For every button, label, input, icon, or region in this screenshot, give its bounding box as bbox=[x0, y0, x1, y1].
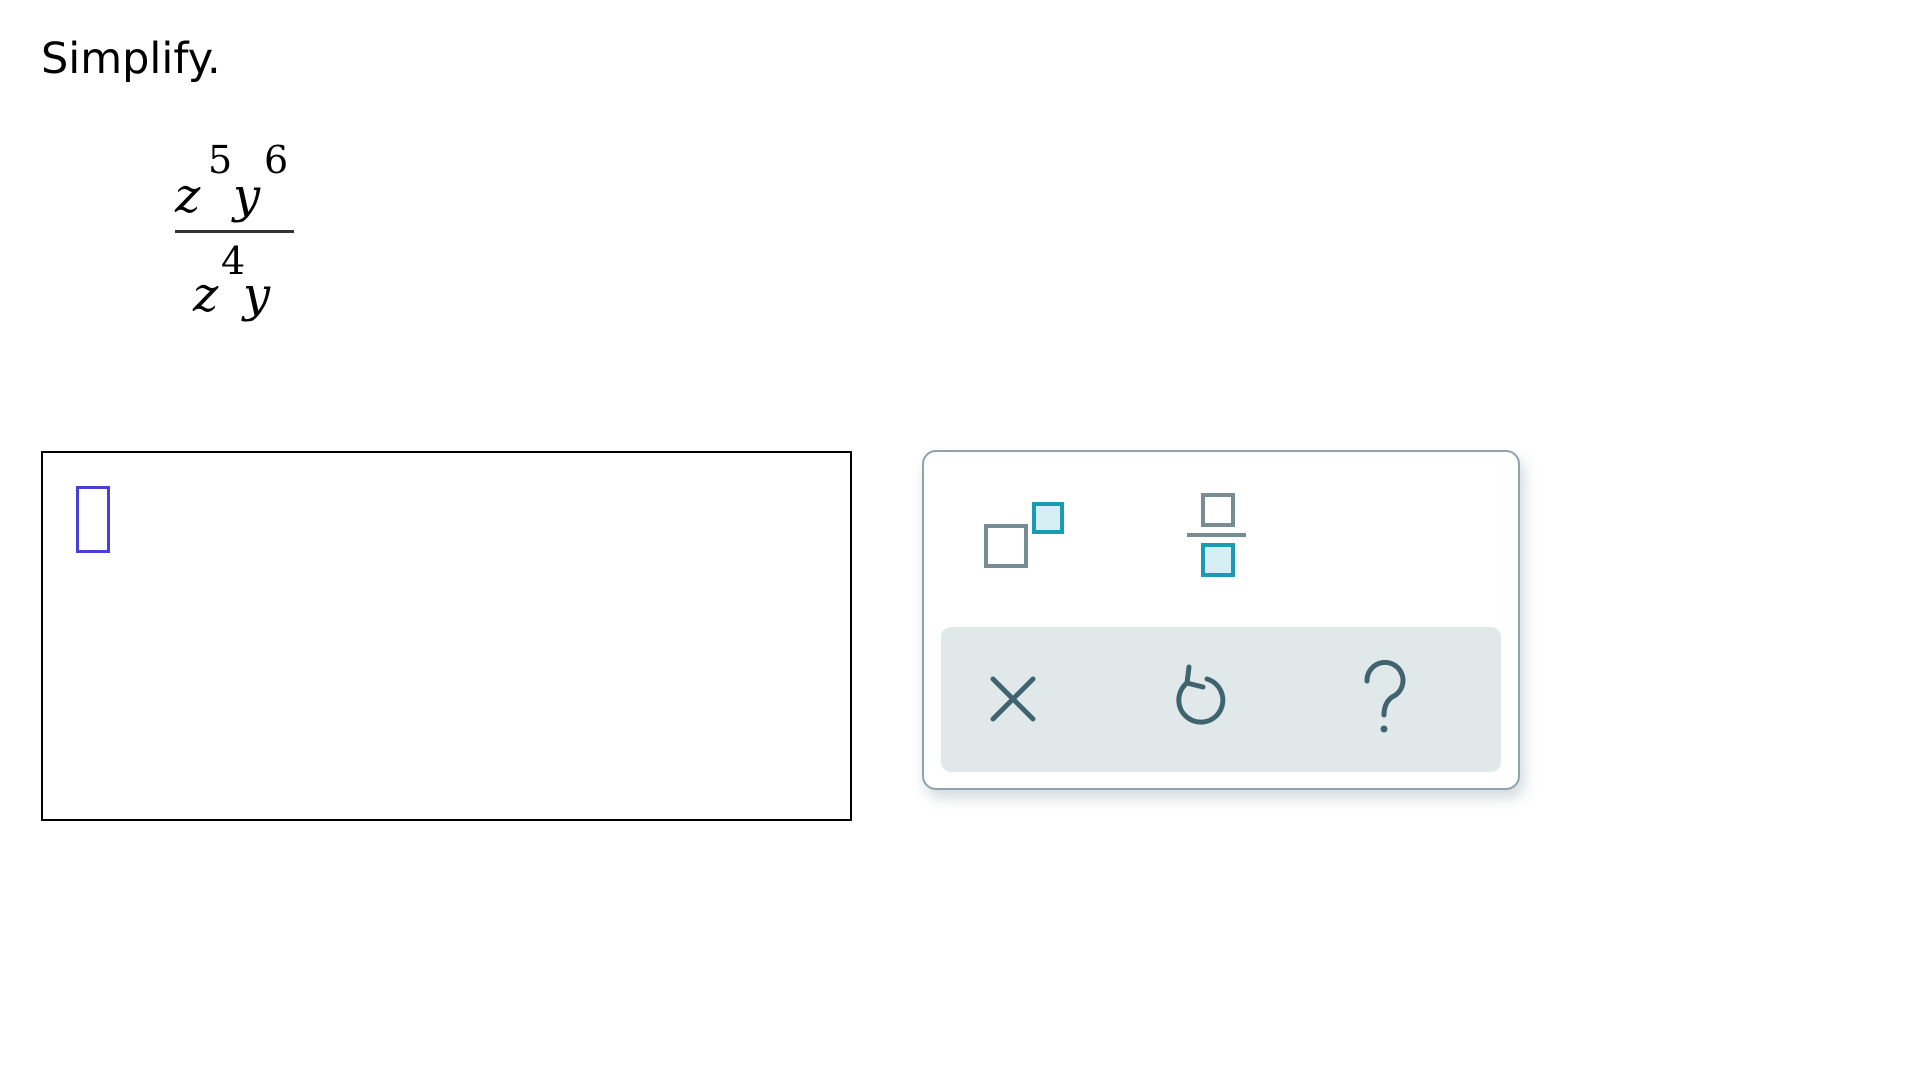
help-button[interactable] bbox=[1334, 649, 1434, 749]
undo-icon bbox=[1176, 664, 1226, 725]
superscript-template-icon bbox=[984, 502, 1064, 568]
numerator-exponent-y: 6 bbox=[264, 138, 289, 182]
math-keypad bbox=[922, 450, 1520, 790]
numerator-base-z: z bbox=[175, 168, 201, 224]
denominator-base-z: z bbox=[193, 267, 219, 323]
denominator-base-y: y bbox=[243, 267, 271, 323]
denominator-exponent-z: 4 bbox=[221, 239, 246, 283]
numerator-exponent-z: 5 bbox=[208, 138, 233, 182]
fraction-bar bbox=[175, 230, 294, 233]
instruction-text: Simplify. bbox=[41, 34, 221, 84]
exponent-key[interactable] bbox=[984, 496, 1084, 576]
keypad-action-bar bbox=[941, 627, 1501, 772]
question-icon bbox=[1364, 659, 1406, 733]
undo-button[interactable] bbox=[1149, 649, 1249, 749]
clear-button[interactable] bbox=[963, 649, 1063, 749]
fraction-key[interactable] bbox=[1182, 490, 1252, 590]
close-icon bbox=[990, 676, 1036, 722]
answer-input[interactable] bbox=[41, 451, 852, 821]
input-cursor-placeholder[interactable] bbox=[76, 486, 110, 553]
fraction-template-icon bbox=[1187, 493, 1246, 577]
numerator-base-y: y bbox=[233, 168, 261, 224]
math-expression: z 5 y 6 z 4 y bbox=[175, 138, 295, 328]
